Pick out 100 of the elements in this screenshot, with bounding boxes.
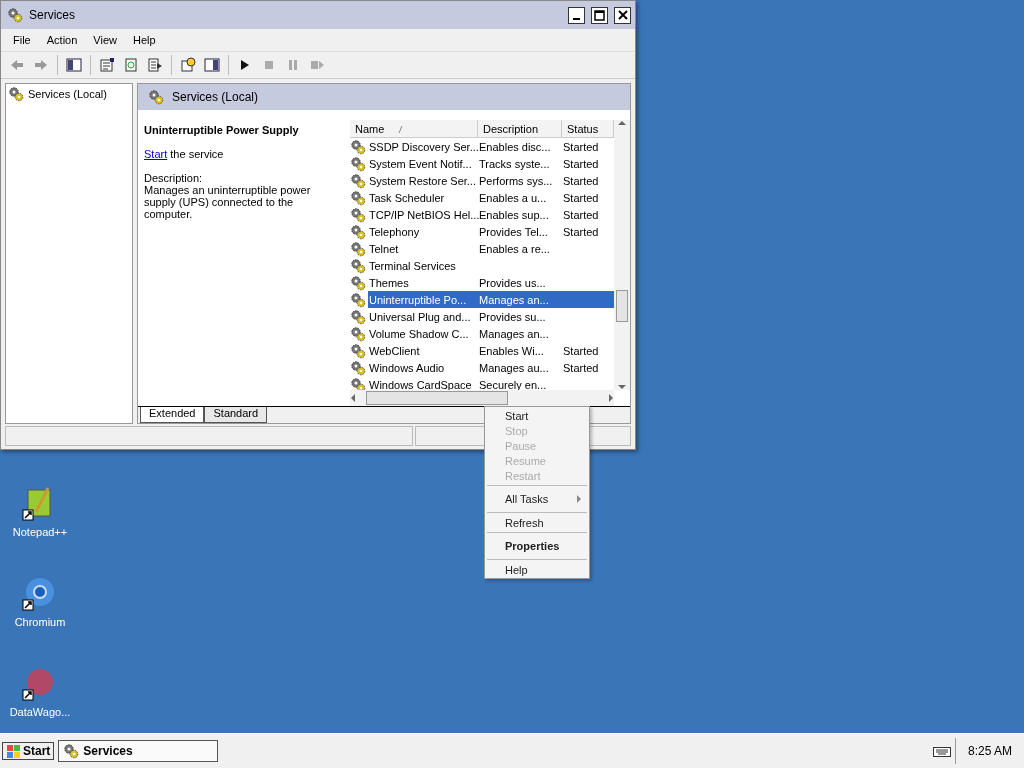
menu-item[interactable]: View [85, 32, 125, 48]
scroll-right-icon[interactable] [608, 394, 614, 402]
export-list-icon [147, 57, 163, 73]
service-row[interactable]: Telephony Provides Tel... Started [350, 223, 614, 240]
status-cell-text: Started [562, 344, 600, 357]
action-pane-icon [204, 57, 220, 73]
menu-item[interactable]: Help [124, 32, 164, 48]
console-tree-icon [66, 57, 82, 73]
gears-icon [350, 257, 366, 274]
vertical-scrollbar[interactable] [614, 120, 630, 390]
minimize-button[interactable] [568, 6, 585, 24]
status-cell-text: Started [562, 157, 600, 170]
close-icon [617, 10, 628, 20]
service-name-cell-text: Windows Audio [368, 361, 446, 374]
back-arrow-icon [9, 57, 25, 73]
submenu-arrow-icon [577, 495, 581, 503]
gears-icon [350, 155, 366, 172]
description-cell-text: Enables Wi... [478, 344, 545, 357]
service-row[interactable]: Windows CardSpace Securely en... [350, 376, 614, 390]
action-text: Start the service [144, 148, 225, 160]
service-name-cell-text: Universal Plug and... [368, 310, 472, 323]
service-row[interactable]: WebClient Enables Wi... Started [350, 342, 614, 359]
maximize-icon [594, 9, 605, 21]
service-row[interactable]: Volume Shadow C... Manages an... [350, 325, 614, 342]
service-row[interactable]: SSDP Discovery Ser...Enables disc... Started [350, 138, 614, 155]
tree-item[interactable]: Services (Local) [28, 88, 107, 100]
windows-logo-icon [6, 744, 20, 758]
scroll-down-icon[interactable] [618, 384, 626, 390]
icon-label[interactable]: Chromium [14, 616, 66, 628]
view-tab[interactable]: Standard [204, 407, 268, 423]
gears-icon [148, 89, 164, 105]
menu-item[interactable]: Properties [485, 535, 589, 557]
maximize-button[interactable] [591, 6, 608, 24]
keyboard-icon[interactable] [932, 745, 951, 757]
icon-label[interactable]: Notepad++ [12, 526, 68, 538]
refresh-icon [123, 57, 139, 73]
forward-arrow-icon [33, 57, 49, 73]
gears-icon [350, 172, 366, 189]
menu-item[interactable]: Action [38, 32, 86, 48]
menu-item[interactable]: Help [485, 562, 589, 577]
service-row[interactable]: Terminal Services [350, 257, 614, 274]
service-name: Uninterruptible Power Supply [144, 124, 300, 136]
gears-icon [350, 376, 366, 390]
service-name-cell-text: Terminal Services [368, 259, 457, 272]
service-row[interactable]: Task Scheduler Enables a u... Started [350, 189, 614, 206]
scroll-left-icon[interactable] [350, 394, 356, 402]
icon-label[interactable]: DataWago... [9, 706, 71, 718]
toolbar-button[interactable] [202, 55, 222, 75]
menu-item[interactable]: File [5, 32, 39, 48]
service-name-cell: TCP/IP NetBIOS Hel... [368, 208, 478, 221]
horizontal-scrollbar[interactable] [350, 390, 614, 406]
gears-icon [350, 138, 366, 155]
menu-item[interactable]: Refresh [485, 515, 589, 530]
description-label: Description: [144, 172, 204, 184]
service-row[interactable]: Universal Plug and... Provides su... [350, 308, 614, 325]
description-cell-text: Enables disc... [478, 140, 552, 153]
gears-icon [350, 308, 366, 325]
properties-icon [99, 57, 115, 73]
start-button[interactable]: Start [2, 742, 55, 760]
scroll-up-icon[interactable] [618, 120, 626, 126]
menu-item[interactable]: Start [485, 408, 589, 423]
sort-icon [398, 124, 404, 133]
column-header[interactable]: Description [478, 120, 562, 138]
service-name-cell-text: Task Scheduler [368, 191, 446, 204]
taskbar-button[interactable]: Services [58, 740, 219, 762]
gears-icon [8, 86, 24, 102]
gears-icon [350, 240, 366, 257]
scrollbar-thumb[interactable] [366, 391, 508, 405]
gears-icon [350, 291, 366, 308]
service-row[interactable]: Themes Provides us... [350, 274, 614, 291]
service-row[interactable]: System Restore Ser... Performs sys... Started [350, 172, 614, 189]
description-cell-text: Provides su... [478, 310, 547, 323]
status-cell-text: Started [562, 225, 600, 238]
description-cell-text: Provides Tel... [478, 225, 549, 238]
menu-item[interactable]: All Tasks [485, 488, 589, 510]
minimize-icon [573, 17, 580, 20]
toolbar-button[interactable] [97, 55, 117, 75]
service-name-cell-text: Themes [368, 276, 410, 289]
scrollbar-thumb[interactable] [616, 290, 628, 322]
help-icon [180, 57, 196, 73]
pane-title: Services (Local) [172, 90, 259, 104]
service-row[interactable]: TCP/IP NetBIOS Hel...Enables sup... Started [350, 206, 614, 223]
service-name-cell-text: Windows CardSpace [368, 378, 473, 390]
view-tab[interactable]: Extended [140, 407, 205, 423]
start-link[interactable]: Start [144, 148, 168, 160]
service-row[interactable]: Windows Audio Manages au... Started [350, 359, 614, 376]
description-cell-text: Enables a u... [478, 191, 548, 204]
service-row[interactable]: Telnet Enables a re... [350, 240, 614, 257]
close-button[interactable] [614, 6, 631, 24]
description-cell-text: Securely en... [478, 378, 548, 390]
service-name-cell-text: Telephony [368, 225, 421, 238]
description-cell-text: Enables sup... [478, 208, 550, 221]
column-header[interactable]: Name [350, 120, 478, 138]
service-row[interactable]: System Event Notif... Tracks syste... Started [350, 155, 614, 172]
description-cell-text: Provides us... [478, 276, 547, 289]
toolbar-button[interactable] [64, 55, 84, 75]
clock[interactable]: 8:25 AM [967, 744, 1012, 758]
description-cell-text: Manages au... [478, 361, 550, 374]
description-cell-text: Performs sys... [478, 174, 554, 187]
service-row[interactable]: Uninterruptible Po... Manages an... [350, 291, 614, 308]
